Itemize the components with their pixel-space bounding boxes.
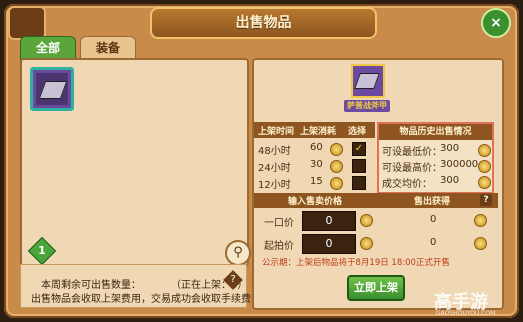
buyout-label: 一口价 bbox=[264, 218, 294, 229]
armor-item-icon bbox=[38, 81, 68, 99]
sell-quota-note: 本周剩余可出售数量： （正在上架：0） ? 出售物品会收取上架费用，交易成功会收… bbox=[20, 264, 251, 308]
buyout-price-input[interactable]: 0 bbox=[302, 211, 356, 231]
history-row: 可设最高价： 300000 bbox=[382, 158, 491, 174]
listing-row[interactable]: 12小时 15 bbox=[254, 174, 375, 191]
history-row: 成交均价： 300 bbox=[382, 174, 491, 190]
listing-cost: 60 bbox=[310, 142, 323, 153]
close-button[interactable]: × bbox=[481, 8, 511, 38]
history-label: 可设最低价： bbox=[382, 147, 442, 158]
history-value: 300 bbox=[440, 143, 460, 154]
listing-checkbox[interactable]: ✓ bbox=[352, 142, 366, 156]
fee-note-text: 出售物品会收取上架费用，交易成功会收取手续费 bbox=[31, 294, 251, 305]
watermark-url: GAOSHOUYOU.COM bbox=[436, 310, 496, 317]
coin-icon bbox=[478, 160, 491, 173]
price-row-buyout: 一口价 0 0 bbox=[254, 210, 498, 232]
listing-checkbox[interactable] bbox=[352, 159, 366, 173]
coin-icon bbox=[478, 144, 491, 157]
tab-equipment[interactable]: 装备 bbox=[80, 36, 136, 60]
item-icon-frame bbox=[36, 73, 68, 105]
public-notice-text: 公示期：上架后物品将于8月19日 18:00正式开售 bbox=[262, 258, 450, 268]
price-history-title: 物品历史出售情况 bbox=[379, 124, 492, 140]
listing-time: 12小时 bbox=[258, 180, 291, 191]
coin-icon bbox=[360, 237, 373, 250]
sell-detail-panel: 萨普战斧甲 上架时间 上架消耗 选择 48小时 60 ✓ 24小时 30 12小… bbox=[252, 58, 504, 310]
price-history-box: 物品历史出售情况 可设最低价： 300 可设最高价： 300000 成交均价： … bbox=[377, 122, 494, 194]
magnifier-icon: ⚲ bbox=[233, 245, 243, 260]
price-row-auction: 起拍价 0 0 bbox=[254, 233, 498, 255]
listing-time: 48小时 bbox=[258, 146, 291, 157]
coin-icon bbox=[330, 143, 343, 156]
coin-icon bbox=[360, 214, 373, 227]
history-label: 可设最高价： bbox=[382, 163, 442, 174]
buyout-gain-value: 0 bbox=[430, 214, 437, 225]
header-listing-cost: 上架消耗 bbox=[300, 127, 337, 137]
category-tabs: 全部 装备 bbox=[20, 36, 136, 60]
header-input-price: 输入售卖价格 bbox=[288, 197, 343, 207]
listing-time: 24小时 bbox=[258, 163, 291, 174]
listing-row[interactable]: 48小时 60 ✓ bbox=[254, 140, 375, 157]
listing-cost: 30 bbox=[310, 159, 323, 170]
history-value: 300 bbox=[440, 175, 460, 186]
starting-price-input[interactable]: 0 bbox=[302, 234, 356, 254]
history-row: 可设最低价： 300 bbox=[382, 142, 491, 158]
header-sale-gain: 售出获得 bbox=[414, 197, 451, 207]
coin-icon bbox=[330, 177, 343, 190]
starting-price-label: 起拍价 bbox=[264, 241, 294, 252]
selected-item-icon bbox=[351, 64, 385, 98]
coin-icon bbox=[478, 176, 491, 189]
coin-icon bbox=[474, 237, 487, 250]
history-value: 300000 bbox=[440, 159, 479, 170]
corner-ornament-left bbox=[8, 6, 46, 40]
listing-cost: 15 bbox=[310, 176, 323, 187]
pricing-help-icon[interactable]: ? bbox=[480, 194, 492, 206]
page-number-badge: 1 bbox=[27, 236, 57, 266]
window-title: 出售物品 bbox=[150, 7, 377, 39]
page-number: 1 bbox=[38, 244, 46, 257]
inventory-panel: 1 ⚲ bbox=[20, 58, 251, 267]
inventory-slot-item[interactable] bbox=[30, 67, 74, 111]
listing-row[interactable]: 24小时 30 bbox=[254, 157, 375, 174]
quota-help-button[interactable]: ? bbox=[223, 270, 243, 290]
coin-icon bbox=[474, 214, 487, 227]
auction-gain-value: 0 bbox=[430, 237, 437, 248]
header-listing-time: 上架时间 bbox=[258, 127, 295, 137]
pricing-header: 输入售卖价格 售出获得 ? bbox=[254, 193, 498, 208]
listing-checkbox[interactable] bbox=[352, 176, 366, 190]
listing-table-header: 上架时间 上架消耗 选择 bbox=[254, 122, 375, 138]
search-button[interactable]: ⚲ bbox=[225, 240, 251, 266]
selected-item-name: 萨普战斧甲 bbox=[344, 100, 390, 112]
header-select: 选择 bbox=[348, 127, 367, 137]
list-now-button[interactable]: 立即上架 bbox=[347, 275, 405, 301]
remaining-quota-text: 本周剩余可出售数量： bbox=[41, 280, 141, 291]
history-label: 成交均价： bbox=[382, 179, 432, 190]
tab-all[interactable]: 全部 bbox=[20, 36, 76, 60]
coin-icon bbox=[330, 160, 343, 173]
question-icon: ? bbox=[230, 274, 236, 285]
armor-item-icon bbox=[354, 73, 380, 89]
